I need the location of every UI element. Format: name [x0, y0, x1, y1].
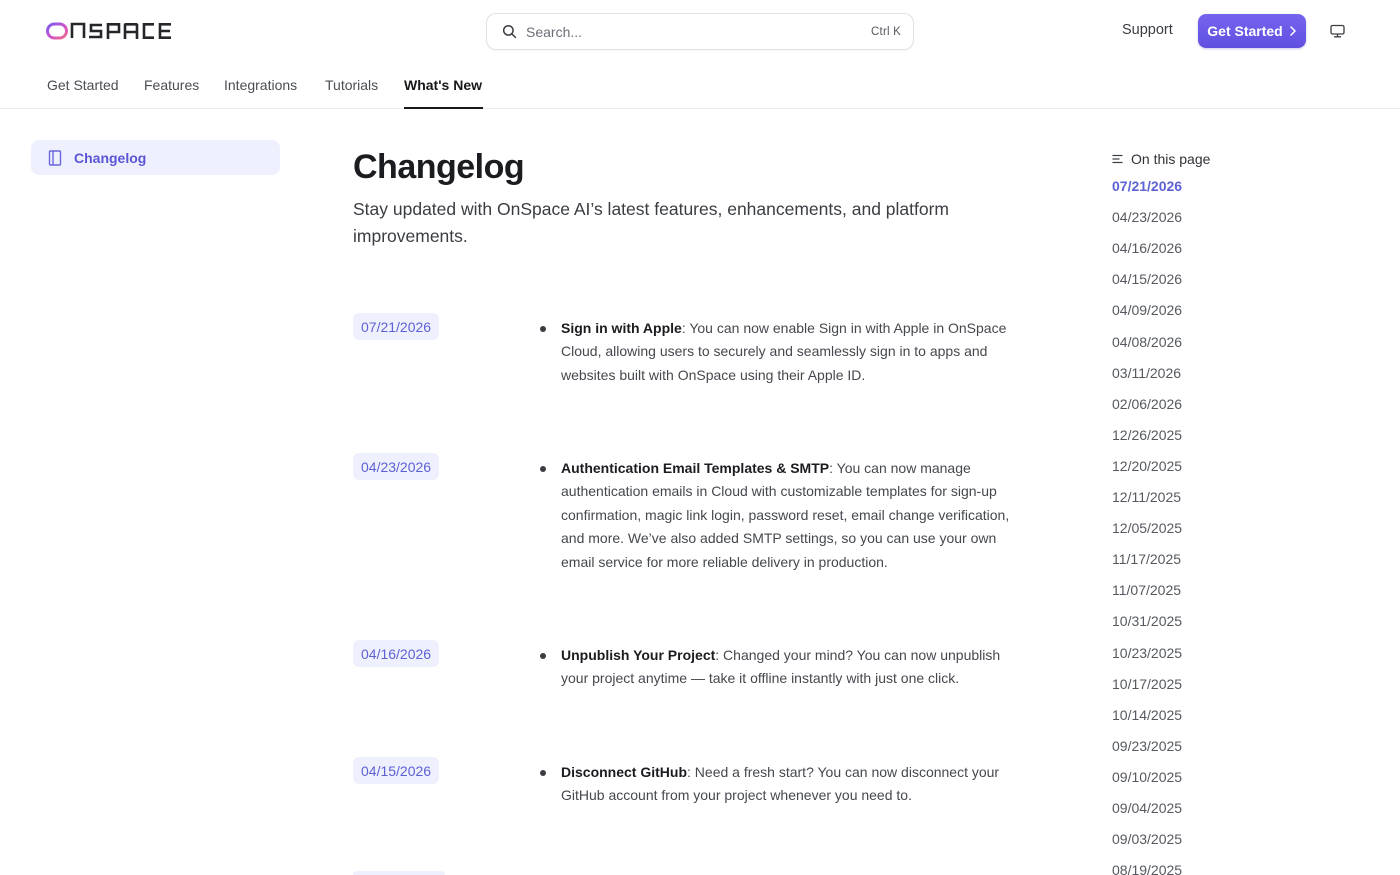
entry-heading: Authentication Email Templates & SMTP — [561, 460, 830, 476]
toc-item[interactable]: 09/10/2025 — [1112, 769, 1182, 785]
toc-item[interactable]: 12/11/2025 — [1112, 489, 1181, 505]
bullet — [540, 653, 546, 659]
chevron-right-icon — [1289, 26, 1296, 36]
toc-item[interactable]: 12/05/2025 — [1112, 520, 1182, 536]
toc-item[interactable]: 11/17/2025 — [1112, 551, 1181, 567]
toc-item[interactable]: 10/17/2025 — [1112, 676, 1182, 692]
toc-item[interactable]: 10/31/2025 — [1112, 613, 1182, 629]
list-icon — [1112, 154, 1123, 164]
get-started-button[interactable]: Get Started — [1198, 14, 1306, 48]
bullet — [540, 466, 546, 472]
tab-integrations[interactable]: Integrations — [224, 77, 297, 93]
entry-heading: Unpublish Your Project — [561, 647, 716, 663]
toc-item[interactable]: 11/07/2025 — [1112, 582, 1181, 598]
page-subtitle: Stay updated with OnSpace AI’s latest fe… — [353, 199, 950, 246]
entry-text: Unpublish Your Project: Changed your min… — [561, 644, 1023, 691]
toc-item[interactable]: 03/11/2026 — [1112, 365, 1181, 381]
toc-item[interactable]: 09/04/2025 — [1112, 800, 1182, 816]
tab-get-started[interactable]: Get Started — [47, 77, 119, 93]
page-title: Changelog — [353, 148, 525, 186]
toc-item[interactable]: 04/23/2026 — [1112, 209, 1182, 225]
toc-item[interactable]: 02/06/2026 — [1112, 396, 1182, 412]
toc-heading-label: On this page — [1131, 151, 1211, 167]
search-placeholder: Search... — [526, 23, 583, 40]
tab-tutorials[interactable]: Tutorials — [325, 77, 378, 93]
toc-item[interactable]: 07/21/2026 — [1112, 178, 1182, 194]
tab-whats-new[interactable]: What's New — [404, 77, 482, 93]
tab-features[interactable]: Features — [144, 77, 199, 93]
toc-item[interactable]: 10/14/2025 — [1112, 707, 1182, 723]
toc-item[interactable]: 09/03/2025 — [1112, 831, 1182, 847]
entry-body: : You can now manage authentication emai… — [561, 460, 1010, 570]
toc-item[interactable]: 08/19/2025 — [1112, 862, 1182, 875]
support-link[interactable]: Support — [1122, 22, 1173, 38]
search-shortcut: Ctrl K — [871, 25, 901, 38]
sidebar-item-changelog[interactable]: Changelog — [31, 140, 280, 175]
toc-item[interactable]: 04/15/2026 — [1112, 271, 1182, 287]
entry-text: Disconnect GitHub: Need a fresh start? Y… — [561, 761, 1023, 808]
book-icon — [48, 149, 62, 166]
entry-heading: Disconnect GitHub — [561, 764, 688, 780]
entry-date-badge-partial — [353, 871, 445, 875]
entry-date-badge: 04/23/2026 — [353, 453, 440, 480]
toc-item[interactable]: 04/16/2026 — [1112, 240, 1182, 256]
toc-heading: On this page — [1112, 151, 1210, 167]
toc-item[interactable]: 12/20/2025 — [1112, 458, 1182, 474]
onspace-logo[interactable] — [46, 20, 172, 42]
entry-date-badge: 04/15/2026 — [353, 757, 440, 784]
toc-item[interactable]: 12/26/2025 — [1112, 427, 1182, 443]
bullet — [540, 326, 546, 332]
toc-item[interactable]: 04/08/2026 — [1112, 334, 1182, 350]
top-bar: Search... Ctrl K Support Get Started — [0, 0, 1400, 62]
entry-text: Sign in with Apple: You can now enable S… — [561, 317, 1023, 387]
entry-date-badge: 07/21/2026 — [353, 313, 440, 340]
get-started-label: Get Started — [1207, 23, 1283, 39]
active-tab-indicator — [404, 107, 483, 109]
toc-item[interactable]: 04/09/2026 — [1112, 302, 1182, 318]
toc-item[interactable]: 10/23/2025 — [1112, 645, 1182, 661]
section-nav: Get Started Features Integrations Tutori… — [0, 62, 1400, 109]
bullet — [540, 770, 546, 776]
search-box[interactable]: Search... Ctrl K — [486, 13, 914, 50]
toc-item[interactable]: 09/23/2025 — [1112, 738, 1182, 754]
sidebar-item-label: Changelog — [74, 149, 147, 166]
entry-text: Authentication Email Templates & SMTP: Y… — [561, 457, 1023, 574]
logo-wordmark — [46, 22, 171, 40]
monitor-icon[interactable] — [1330, 24, 1345, 38]
search-icon — [502, 24, 517, 39]
entry-heading: Sign in with Apple — [561, 320, 682, 336]
entry-date-badge: 04/16/2026 — [353, 640, 440, 667]
